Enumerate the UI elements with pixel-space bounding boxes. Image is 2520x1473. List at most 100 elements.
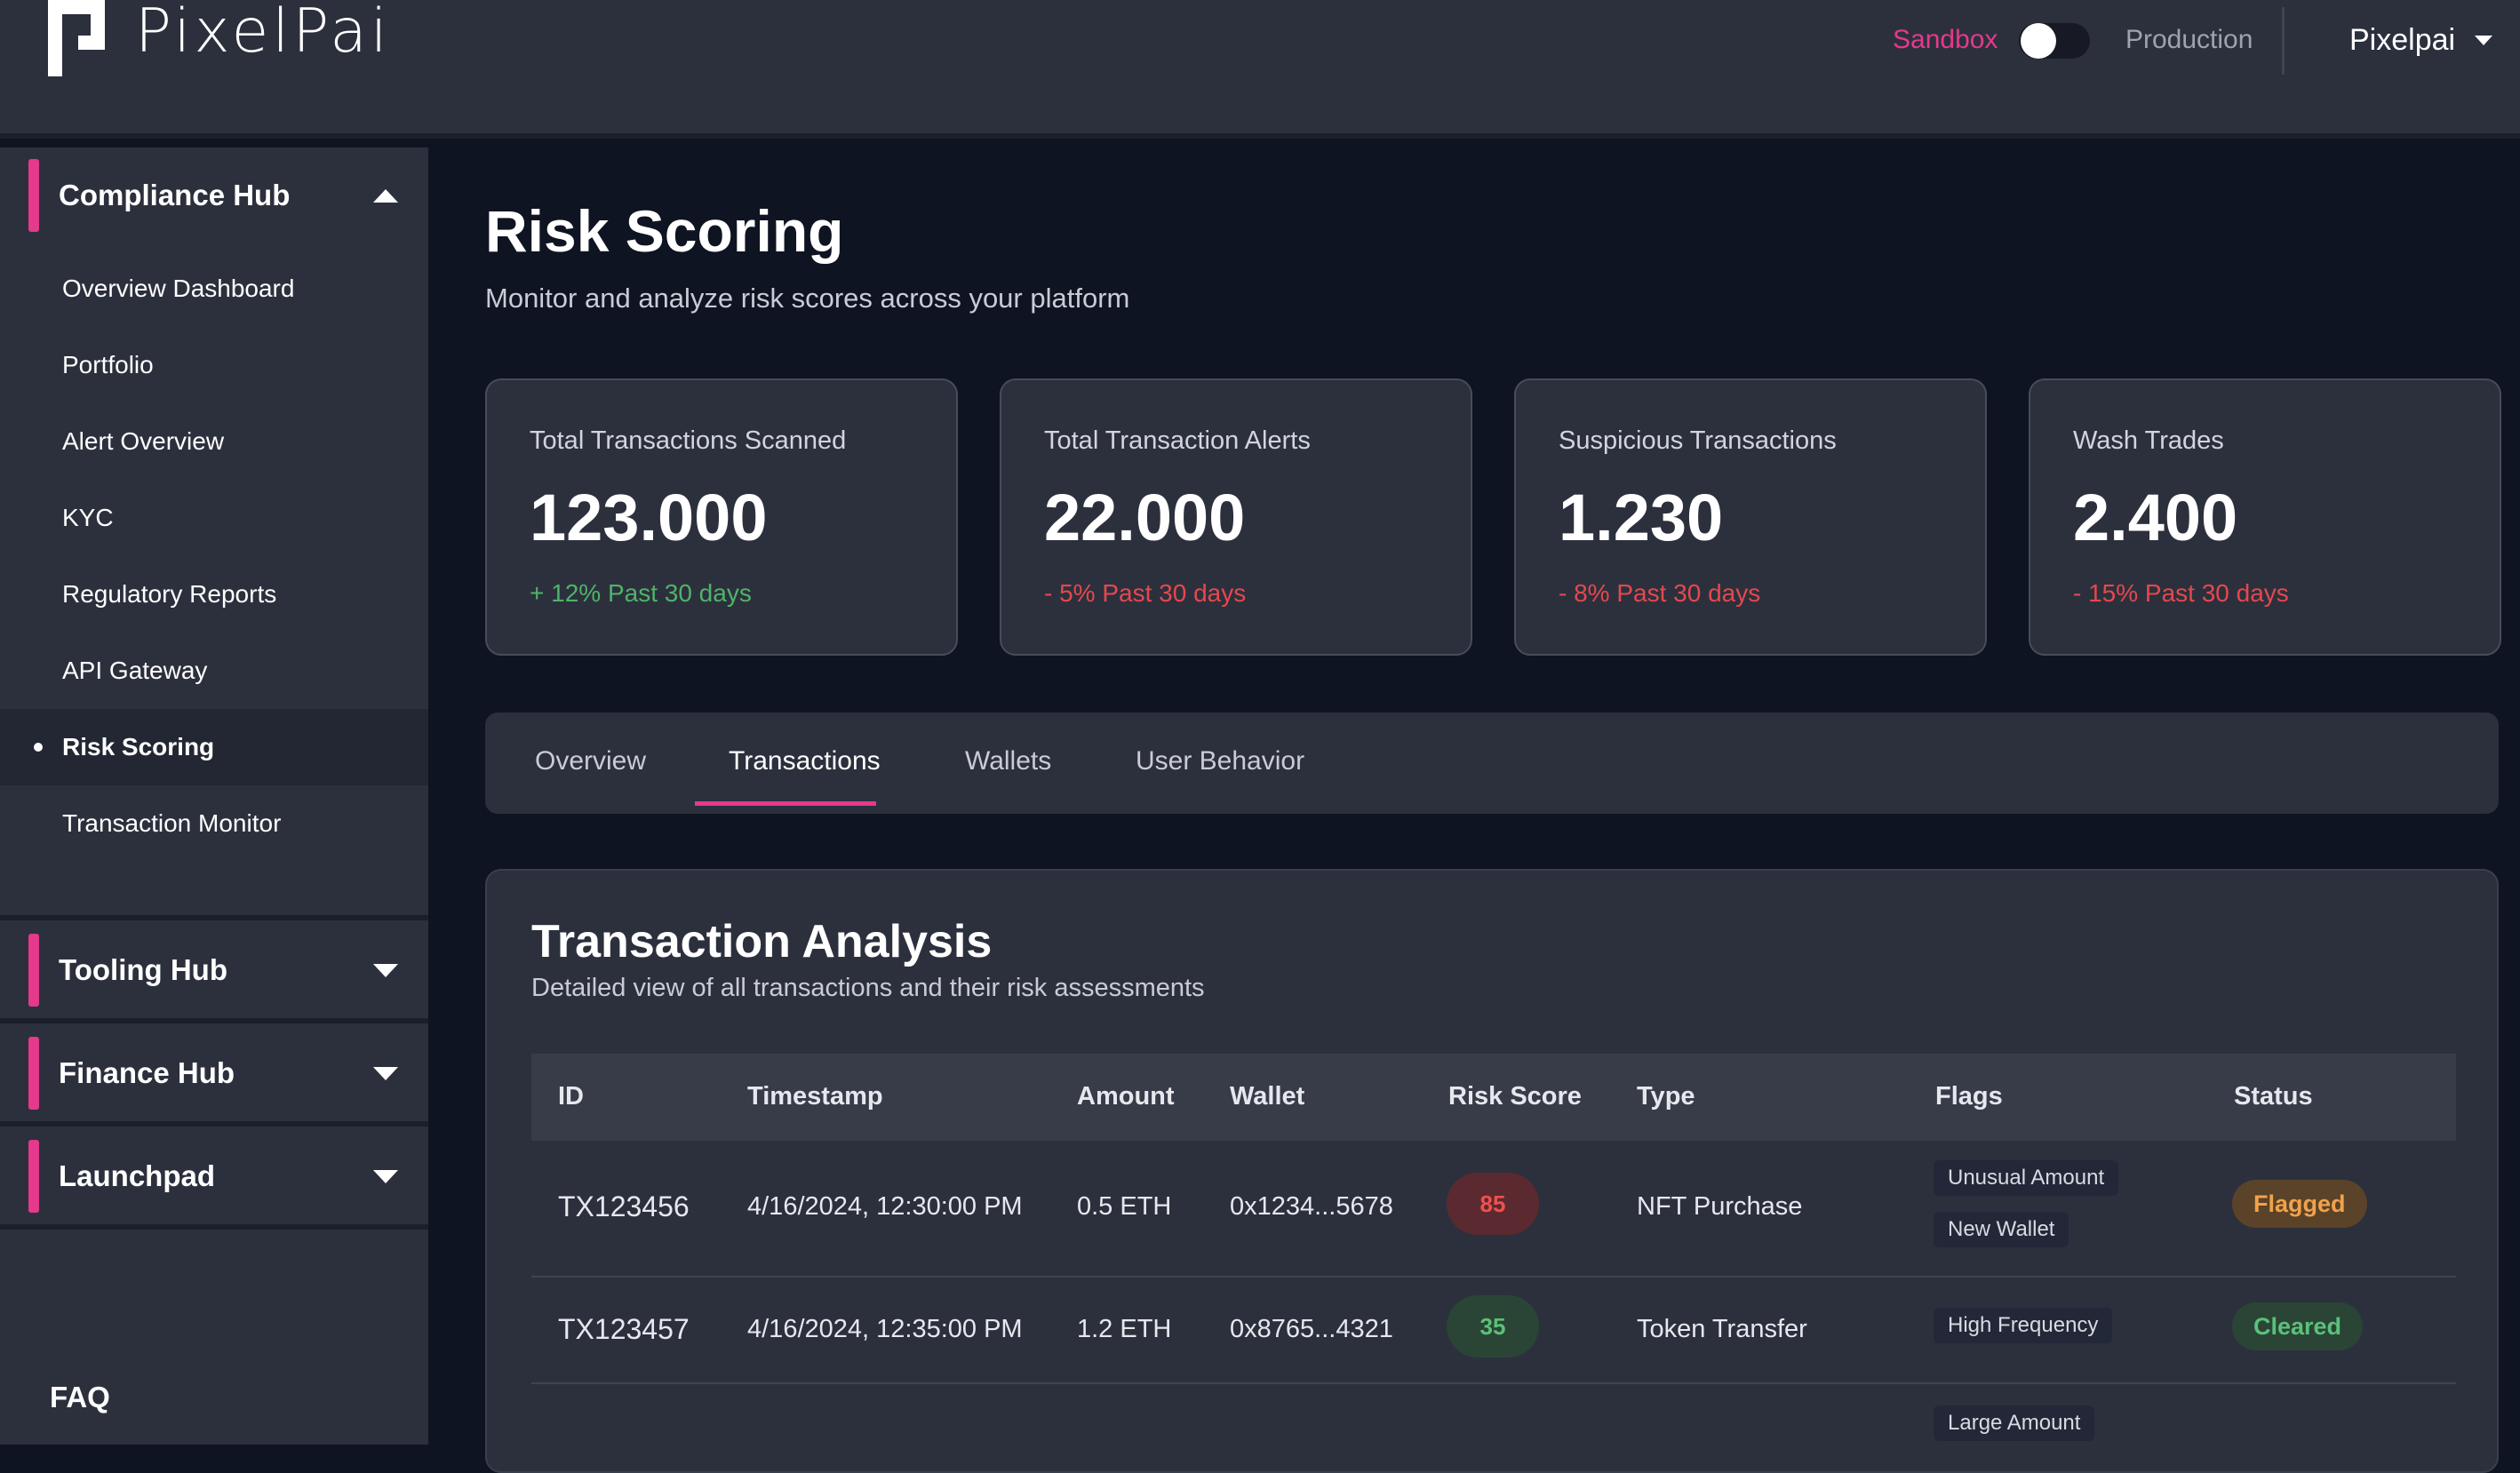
transaction-analysis-panel: Transaction Analysis Detailed view of al… — [485, 869, 2499, 1473]
panel-subtitle: Detailed view of all transactions and th… — [531, 974, 1205, 1002]
column-header-status[interactable]: Status — [2234, 1082, 2313, 1111]
toggle-knob — [2021, 23, 2056, 59]
user-name: Pixelpai — [2349, 23, 2456, 57]
risk-score-badge: 85 — [1447, 1173, 1539, 1235]
stat-value: 1.230 — [1559, 481, 1724, 554]
stat-change: + 12% Past 30 days — [530, 579, 752, 607]
sidebar-item-transaction-monitor[interactable]: Transaction Monitor — [0, 785, 428, 862]
chevron-down-icon — [2475, 36, 2493, 45]
cell-wallet: 0x1234...5678 — [1230, 1192, 1393, 1221]
divider — [2282, 7, 2285, 75]
tab-overview[interactable]: Overview — [535, 746, 646, 776]
hub-accent-bar — [28, 1140, 39, 1213]
row-divider — [531, 1276, 2456, 1278]
chevron-down-icon — [373, 963, 398, 977]
hub-accent-bar — [28, 159, 39, 232]
column-header-flags[interactable]: Flags — [1935, 1082, 2003, 1111]
hub-divider — [0, 1224, 428, 1230]
top-bar: PixelPai Sandbox Production Pixelpai — [0, 0, 2520, 139]
cell-wallet: 0x8765...4321 — [1230, 1315, 1393, 1343]
sidebar-item-label: Overview Dashboard — [62, 275, 295, 302]
panel-title: Transaction Analysis — [531, 916, 993, 967]
stat-change: - 15% Past 30 days — [2073, 579, 2289, 607]
active-dot-icon — [34, 743, 43, 752]
sidebar-item-label: Alert Overview — [62, 427, 225, 455]
compliance-hub-header[interactable]: Compliance Hub — [0, 147, 428, 243]
user-menu[interactable]: Pixelpai — [2349, 23, 2493, 58]
stat-value: 123.000 — [530, 481, 768, 554]
tooling-hub-header[interactable]: Tooling Hub — [0, 922, 428, 1018]
stat-change: - 8% Past 30 days — [1559, 579, 1761, 607]
stat-value: 22.000 — [1044, 481, 1246, 554]
stat-card-wash-trades: Wash Trades 2.400 - 15% Past 30 days — [2029, 378, 2501, 656]
column-header-timestamp[interactable]: Timestamp — [747, 1082, 883, 1111]
cell-amount: 0.5 ETH — [1077, 1192, 1172, 1221]
tab-bar: Overview Transactions Wallets User Behav… — [485, 713, 2499, 814]
sidebar-item-label: Portfolio — [62, 351, 154, 378]
logo-text: PixelPai — [135, 0, 391, 67]
row-divider — [531, 1382, 2456, 1384]
stat-label: Wash Trades — [2073, 426, 2224, 455]
cell-id: TX123457 — [558, 1313, 690, 1345]
column-header-risk-score[interactable]: Risk Score — [1448, 1082, 1582, 1111]
hub-label: Launchpad — [59, 1159, 216, 1192]
column-header-type[interactable]: Type — [1637, 1082, 1695, 1111]
sidebar-item-label: Regulatory Reports — [62, 580, 277, 608]
chevron-down-icon — [373, 1066, 398, 1080]
environment-toggle[interactable] — [2019, 23, 2090, 59]
stat-card-transaction-alerts: Total Transaction Alerts 22.000 - 5% Pas… — [1000, 378, 1472, 656]
env-production-label[interactable]: Production — [2125, 25, 2253, 55]
cell-type: Token Transfer — [1637, 1315, 1807, 1343]
chevron-down-icon — [373, 1169, 398, 1183]
sidebar-item-alert-overview[interactable]: Alert Overview — [0, 403, 428, 480]
cell-timestamp: 4/16/2024, 12:30:00 PM — [747, 1192, 1023, 1221]
cell-type: NFT Purchase — [1637, 1192, 1803, 1221]
launchpad-header[interactable]: Launchpad — [0, 1128, 428, 1224]
column-header-wallet[interactable]: Wallet — [1230, 1082, 1304, 1111]
pixelpai-logo-icon — [48, 0, 105, 76]
hub-label: Tooling Hub — [59, 953, 227, 986]
stat-card-transactions-scanned: Total Transactions Scanned 123.000 + 12%… — [485, 378, 958, 656]
stat-label: Total Transaction Alerts — [1044, 426, 1311, 455]
sidebar-item-regulatory-reports[interactable]: Regulatory Reports — [0, 556, 428, 633]
stat-label: Suspicious Transactions — [1559, 426, 1837, 455]
sidebar-item-overview-dashboard[interactable]: Overview Dashboard — [0, 251, 428, 327]
sidebar-item-api-gateway[interactable]: API Gateway — [0, 633, 428, 709]
hub-accent-bar — [28, 934, 39, 1007]
sidebar-item-label: Risk Scoring — [62, 733, 215, 760]
page-title: Risk Scoring — [485, 198, 844, 264]
risk-score-badge: 35 — [1447, 1295, 1539, 1358]
hub-label: Finance Hub — [59, 1056, 235, 1089]
cell-amount: 1.2 ETH — [1077, 1315, 1172, 1343]
column-header-amount[interactable]: Amount — [1077, 1082, 1175, 1111]
sidebar-item-portfolio[interactable]: Portfolio — [0, 327, 428, 403]
stat-card-suspicious-transactions: Suspicious Transactions 1.230 - 8% Past … — [1514, 378, 1987, 656]
stat-label: Total Transactions Scanned — [530, 426, 847, 455]
sidebar-item-risk-scoring[interactable]: Risk Scoring — [0, 709, 428, 785]
flag-badge: High Frequency — [1934, 1308, 2113, 1343]
env-sandbox-label[interactable]: Sandbox — [1893, 25, 1998, 55]
stat-value: 2.400 — [2073, 481, 2238, 554]
flag-badge: Unusual Amount — [1934, 1160, 2119, 1196]
status-badge: Flagged — [2232, 1180, 2367, 1228]
tab-transactions[interactable]: Transactions — [729, 746, 881, 776]
sidebar: Compliance Hub Overview Dashboard Portfo… — [0, 147, 428, 1445]
tab-wallets[interactable]: Wallets — [965, 746, 1051, 776]
finance-hub-header[interactable]: Finance Hub — [0, 1025, 428, 1121]
sidebar-item-label: API Gateway — [62, 657, 208, 684]
faq-link[interactable]: FAQ — [50, 1381, 110, 1414]
sidebar-item-kyc[interactable]: KYC — [0, 480, 428, 556]
table-header: ID Timestamp Amount Wallet Risk Score Ty… — [531, 1054, 2456, 1141]
logo[interactable]: PixelPai — [43, 0, 391, 76]
chevron-up-icon — [373, 188, 398, 203]
status-badge: Cleared — [2232, 1302, 2364, 1350]
active-tab-indicator — [695, 801, 876, 806]
hub-divider — [0, 1121, 428, 1127]
cell-timestamp: 4/16/2024, 12:35:00 PM — [747, 1315, 1023, 1343]
page-subtitle: Monitor and analyze risk scores across y… — [485, 283, 1130, 314]
cell-id: TX123456 — [558, 1190, 690, 1222]
sidebar-item-label: KYC — [62, 504, 114, 531]
stat-change: - 5% Past 30 days — [1044, 579, 1247, 607]
tab-user-behavior[interactable]: User Behavior — [1136, 746, 1304, 776]
column-header-id[interactable]: ID — [558, 1082, 584, 1111]
